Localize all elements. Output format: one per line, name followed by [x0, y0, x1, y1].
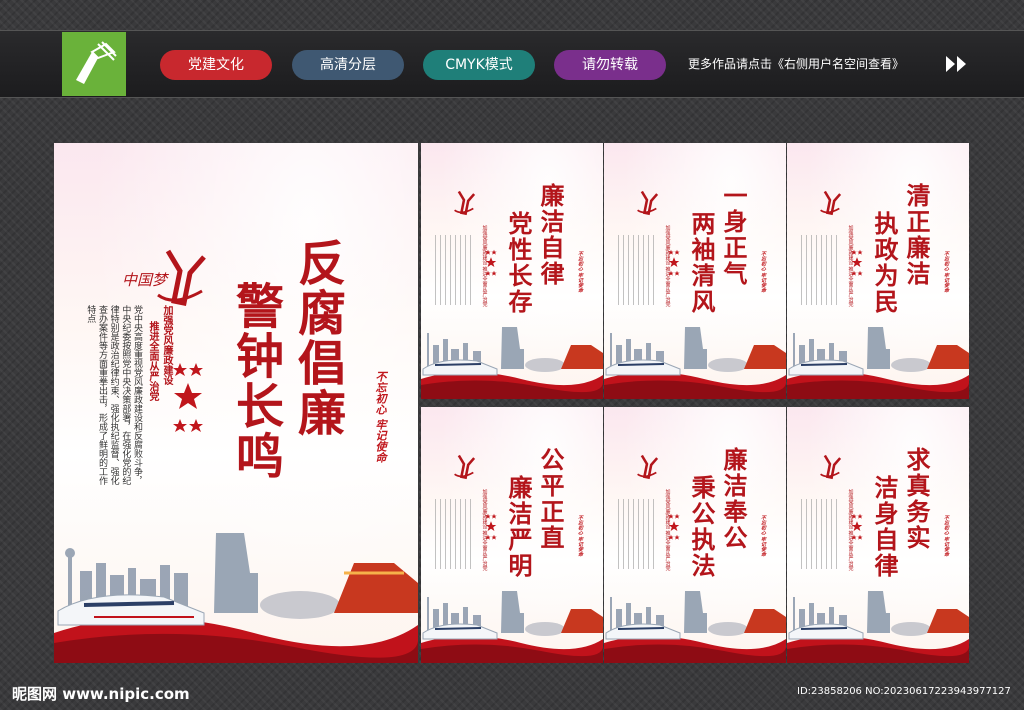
city-skyline-illustration [604, 591, 786, 663]
poster-motto: 不忘初心 牢记使命 [943, 515, 949, 557]
china-dream-logo [454, 190, 476, 216]
poster-title-line1: 求真务实 [902, 447, 931, 551]
small-poster: 清正廉洁 执政为民 加强党风廉政建设 推进全面从严治党 不忘初心 牢记使命 [787, 143, 969, 399]
poster-motto: 不忘初心 牢记使命 [760, 251, 766, 293]
poster-body-lines [801, 499, 841, 569]
small-poster: 公平正直 廉洁严明 加强党风廉政建设 推进全面从严治党 不忘初心 牢记使命 [421, 407, 603, 663]
poster-title-line1: 廉洁自律 [536, 183, 565, 287]
poster-title-line1: 一身正气 [719, 183, 748, 287]
brand-logo [62, 32, 126, 96]
city-skyline-illustration [787, 327, 969, 399]
stars-decoration [668, 249, 680, 276]
stars-decoration [851, 513, 863, 540]
city-skyline-illustration [421, 591, 603, 663]
small-poster: 一身正气 两袖清风 加强党风廉政建设 推进全面从严治党 不忘初心 牢记使命 [604, 143, 786, 399]
more-works-link[interactable]: 更多作品请点击《右侧用户名空间查看》 [688, 55, 904, 72]
china-dream-logo [820, 454, 842, 480]
tag-hd-layers[interactable]: 高清分层 [292, 50, 404, 80]
china-dream-logo: 中国梦 [122, 249, 206, 306]
city-skyline-illustration [421, 327, 603, 399]
small-poster: 求真务实 洁身自律 加强党风廉政建设 推进全面从严治党 不忘初心 牢记使命 [787, 407, 969, 663]
pen-nib-icon [76, 41, 117, 84]
main-title-line2: 警钟长鸣 [227, 281, 283, 481]
poster-title-line1: 公平正直 [536, 447, 565, 551]
poster-motto: 不忘初心 牢记使命 [943, 251, 949, 293]
main-subtitle-2: 推进全面从严治党 [147, 321, 158, 401]
china-dream-logo [637, 454, 659, 480]
logo-text: 中国梦 [122, 271, 169, 289]
double-chevron-right-icon[interactable] [944, 54, 970, 74]
stars-decoration [485, 513, 497, 540]
poster-body-lines [435, 499, 475, 569]
stars-decoration [485, 249, 497, 276]
poster-motto: 不忘初心 牢记使命 [577, 251, 583, 293]
main-motto: 不忘初心 牢记使命 [374, 371, 387, 463]
small-poster: 廉洁奉公 秉公执法 加强党风廉政建设 推进全面从严治党 不忘初心 牢记使命 [604, 407, 786, 663]
city-skyline-illustration [54, 533, 418, 663]
stars-decoration [851, 249, 863, 276]
site-watermark: 昵图网 www.nipic.com [12, 685, 190, 703]
main-title-line1: 反腐倡廉 [289, 238, 345, 438]
tag-party-culture[interactable]: 党建文化 [160, 50, 272, 80]
stars-decoration [173, 363, 203, 432]
poster-title-line1: 清正廉洁 [902, 183, 931, 287]
poster-body-lines [435, 235, 475, 305]
stars-decoration [668, 513, 680, 540]
poster-body-lines [618, 499, 658, 569]
tag-cmyk[interactable]: CMYK模式 [423, 50, 535, 80]
tag-no-repost[interactable]: 请勿转载 [554, 50, 666, 80]
small-poster: 廉洁自律 党性长存 加强党风廉政建设 推进全面从严治党 不忘初心 牢记使命 [421, 143, 603, 399]
china-dream-logo [454, 454, 476, 480]
poster-body-lines [801, 235, 841, 305]
city-skyline-illustration [604, 327, 786, 399]
poster-motto: 不忘初心 牢记使命 [577, 515, 583, 557]
city-skyline-illustration [787, 591, 969, 663]
main-poster: 中国梦 反腐倡廉 警钟长鸣 加强党风廉政建设 推进全面从严治党 党中央高度重视党… [54, 143, 418, 663]
china-dream-logo [637, 190, 659, 216]
china-dream-logo [820, 190, 842, 216]
poster-body-lines [618, 235, 658, 305]
main-body-text: 党中央高度重视党风廉政建设和反腐败斗争，中央纪委按照党中央决策部署，在强化党的纪… [85, 305, 142, 485]
image-id-text: ID:23858206 NO:20230617223943977127 [797, 686, 1011, 697]
poster-motto: 不忘初心 牢记使命 [760, 515, 766, 557]
poster-title-line1: 廉洁奉公 [719, 447, 748, 551]
